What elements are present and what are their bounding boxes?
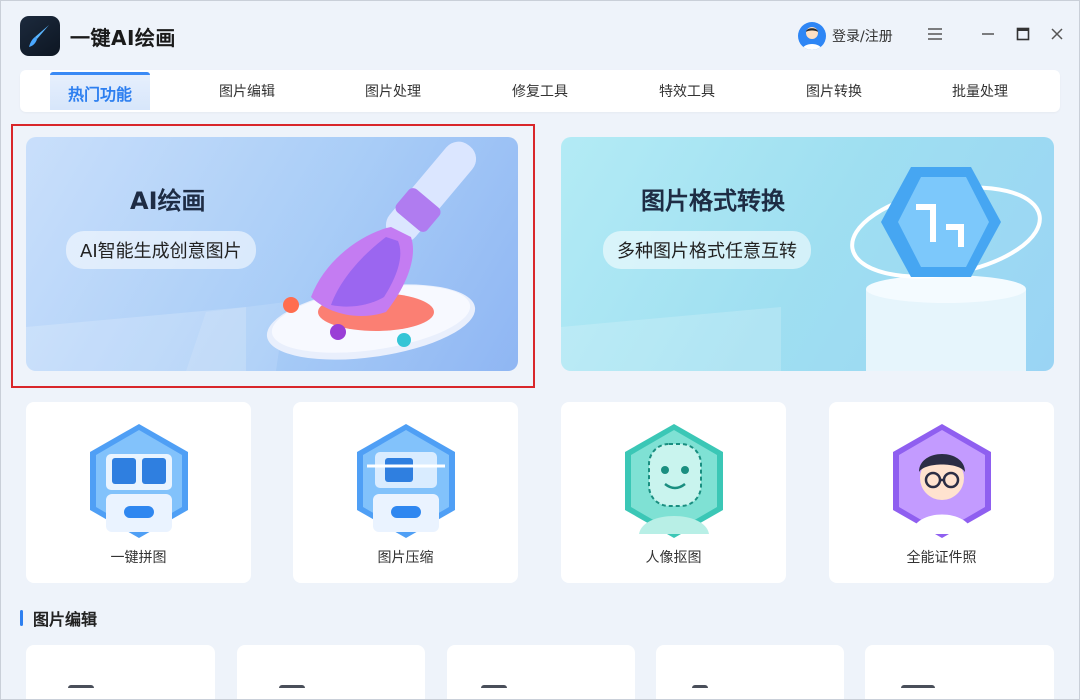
minimize-icon[interactable] — [976, 22, 1000, 46]
tab-bar: 热门功能 图片编辑 图片处理 修复工具 特效工具 图片转换 批量处理 — [20, 70, 1060, 112]
section-title: 图片编辑 — [33, 610, 98, 629]
format-convert-title: 图片格式转换 — [641, 187, 785, 215]
card-portrait-cutout[interactable]: 人像抠图 — [561, 402, 786, 583]
login-button[interactable]: 登录/注册 — [798, 22, 893, 50]
tool-icon — [692, 685, 708, 699]
tool-icon — [68, 685, 94, 699]
avatar-icon — [798, 22, 826, 50]
app-logo-icon — [20, 16, 60, 56]
section-header-image-edit: 图片编辑 — [20, 606, 97, 630]
id-photo-icon — [893, 424, 991, 538]
section-card[interactable] — [26, 645, 215, 700]
tab-image-edit[interactable]: 图片编辑 — [197, 70, 297, 112]
format-convert-subtitle: 多种图片格式任意互转 — [603, 231, 811, 269]
card-id-photo-label: 全能证件照 — [906, 550, 977, 566]
collage-icon — [90, 424, 188, 538]
card-collage-label: 一键拼图 — [110, 550, 167, 566]
section-card[interactable] — [447, 645, 635, 700]
close-icon[interactable] — [1045, 22, 1069, 46]
section-card[interactable] — [865, 645, 1054, 700]
portrait-cutout-icon — [625, 424, 723, 538]
tab-repair-tools[interactable]: 修复工具 — [490, 70, 590, 112]
selection-highlight-frame — [11, 124, 535, 388]
card-id-photo[interactable]: 全能证件照 — [829, 402, 1054, 583]
tool-icon — [481, 685, 507, 699]
login-label: 登录/注册 — [832, 29, 893, 45]
compress-icon — [357, 424, 455, 538]
card-collage[interactable]: 一键拼图 — [26, 402, 251, 583]
tab-image-process[interactable]: 图片处理 — [343, 70, 443, 112]
app-title: 一键AI绘画 — [70, 26, 176, 50]
tab-image-convert[interactable]: 图片转换 — [784, 70, 884, 112]
section-card[interactable] — [656, 645, 844, 700]
section-accent-bar — [20, 610, 23, 626]
tool-icon — [279, 685, 305, 699]
section-card[interactable] — [237, 645, 425, 700]
title-bar: 一键AI绘画 登录/注册 — [0, 0, 1080, 68]
card-compress[interactable]: 图片压缩 — [293, 402, 518, 583]
tab-batch-process[interactable]: 批量处理 — [930, 70, 1030, 112]
menu-icon[interactable] — [923, 22, 947, 46]
maximize-icon[interactable] — [1011, 22, 1035, 46]
tab-effect-tools[interactable]: 特效工具 — [637, 70, 737, 112]
card-portrait-cutout-label: 人像抠图 — [645, 550, 702, 566]
tool-icon — [901, 685, 935, 699]
format-convert-banner[interactable]: 图片格式转换 多种图片格式任意互转 — [561, 137, 1054, 371]
tab-hot-features[interactable]: 热门功能 — [50, 72, 150, 110]
card-compress-label: 图片压缩 — [377, 550, 434, 566]
